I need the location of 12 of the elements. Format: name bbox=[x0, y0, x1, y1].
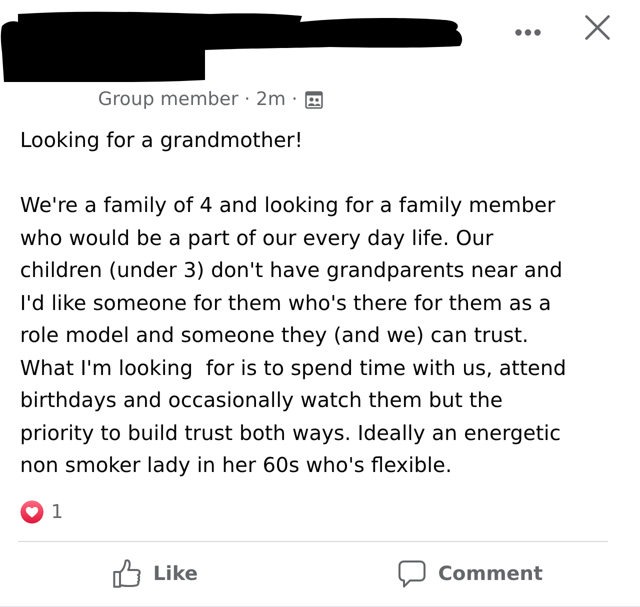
close-icon[interactable] bbox=[585, 15, 610, 40]
post-title: Looking for a grandmother! bbox=[20, 127, 304, 154]
like-button[interactable]: Like bbox=[18, 542, 313, 606]
more-options-icon[interactable] bbox=[515, 29, 541, 36]
post-byline: Group member · 2m · bbox=[98, 88, 298, 112]
reaction-count[interactable]: 1 bbox=[51, 500, 64, 524]
post-text: We're a family of 4 and looking for a family member who would be a part of our every day life. Our children (under 3) don't have grandparents near and I'd like someone for them who's there for them as a role model and someone they (and we) can trust. What I'm looking for is to spend time with us, attend birthdays and occasionally watch them but the priority to build trust both ways. Ideally an energetic non smoker lady in her 60s who's flexible. bbox=[20, 192, 568, 479]
people-icon bbox=[304, 91, 323, 109]
comment-button[interactable]: Comment bbox=[313, 542, 608, 606]
thumbs-up-icon bbox=[113, 559, 142, 588]
speech-bubble-icon bbox=[398, 560, 426, 588]
heart-reaction-icon[interactable] bbox=[20, 500, 44, 524]
